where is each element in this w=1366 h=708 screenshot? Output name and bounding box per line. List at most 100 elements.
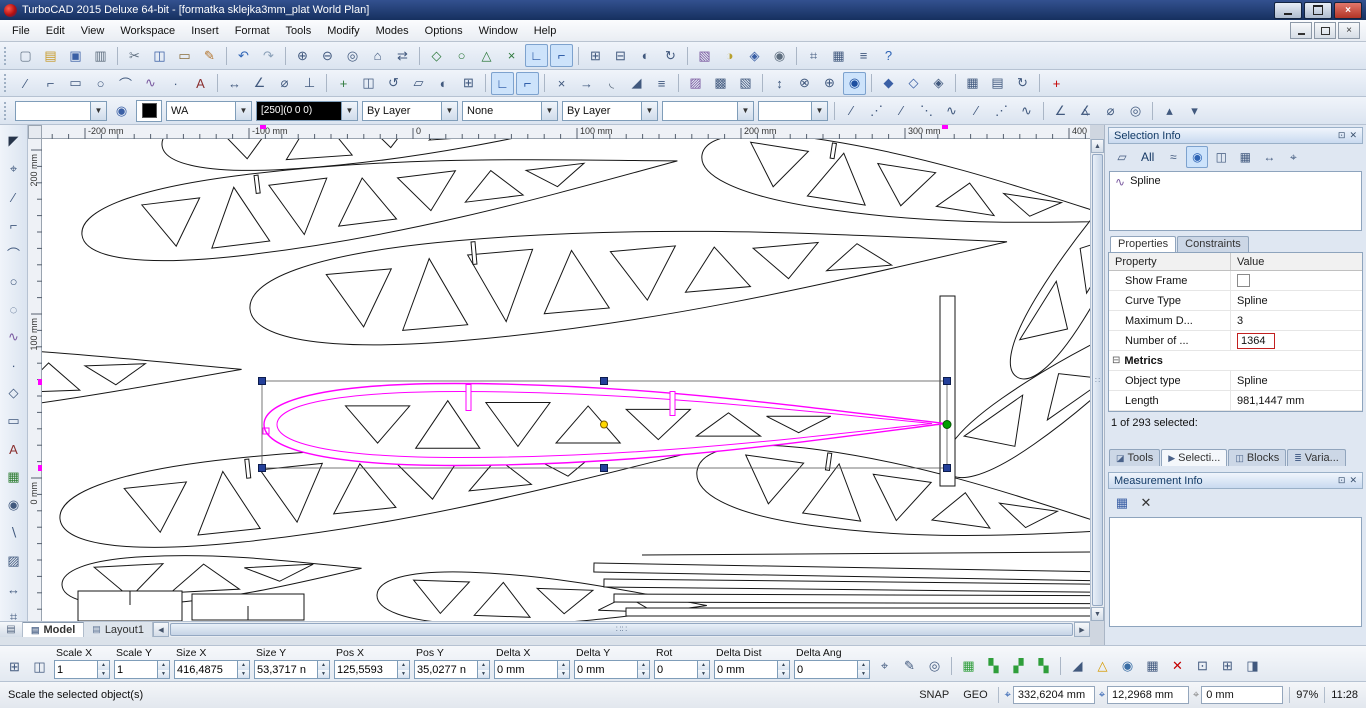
horizontal-scrollbar[interactable]: ◀ ∷∷ ▶ [153, 622, 1090, 637]
menu-window[interactable]: Window [471, 22, 526, 40]
ruler-icon[interactable]: ◢ [1066, 654, 1089, 677]
sheet-tab-model[interactable]: ▤Model [23, 622, 84, 637]
polyline-tool[interactable]: ⌐ [2, 213, 26, 237]
select-filter-combo[interactable]: ▼ [15, 101, 107, 121]
property-value[interactable] [1231, 274, 1362, 287]
scroll-down-button[interactable]: ▼ [1091, 607, 1104, 621]
spin-up-icon[interactable]: ▲ [398, 661, 409, 670]
aperture-icon[interactable]: ◎ [923, 654, 946, 677]
spin-up-icon[interactable]: ▲ [478, 661, 489, 670]
spin-down-icon[interactable]: ▼ [398, 670, 409, 679]
spinner[interactable]: ▲▼ [398, 660, 410, 679]
pin-icon[interactable]: ⊡ [1338, 475, 1346, 486]
spin-down-icon[interactable]: ▼ [858, 670, 869, 679]
row-up-icon[interactable]: ▴ [1158, 99, 1181, 122]
minimize-button[interactable] [1274, 2, 1302, 19]
selection-handle[interactable] [601, 378, 608, 385]
explode2-icon[interactable]: ⊗ [793, 72, 816, 95]
angle-reference-icon[interactable]: ∡ [1074, 99, 1097, 122]
coord-system-combo[interactable]: ▼ [758, 101, 828, 121]
spin-down-icon[interactable]: ▼ [98, 670, 109, 679]
spin-down-icon[interactable]: ▼ [478, 670, 489, 679]
selection-handle[interactable] [601, 465, 608, 472]
undo-icon[interactable]: ↶ [232, 44, 255, 67]
deselect-icon[interactable]: ▱ [1111, 146, 1133, 168]
add-entity-icon[interactable]: + [1045, 72, 1068, 95]
move-entity-icon[interactable]: + [332, 72, 355, 95]
menu-workspace[interactable]: Workspace [112, 22, 183, 40]
selection-handle[interactable] [259, 378, 266, 385]
arc-tool[interactable]: ⌒ [2, 241, 26, 265]
spinner[interactable]: ▲▼ [238, 660, 250, 679]
chevron-down-icon[interactable]: ▼ [441, 102, 457, 120]
property-row[interactable]: Show Frame [1109, 271, 1362, 291]
field-input[interactable] [114, 660, 158, 679]
property-value[interactable]: 1364 [1231, 333, 1362, 349]
vertical-scroll-thumb[interactable]: ∷ [1092, 154, 1103, 606]
tangent-icon[interactable]: ⋰ [990, 99, 1013, 122]
spinner[interactable]: ▲▼ [778, 660, 790, 679]
rotate-entity-icon[interactable]: ↺ [382, 72, 405, 95]
spinner[interactable]: ▲▼ [858, 660, 870, 679]
spin-up-icon[interactable]: ▲ [858, 661, 869, 670]
menu-options[interactable]: Options [417, 22, 471, 40]
measure-table-icon[interactable]: ▦ [1111, 492, 1133, 514]
menu-format[interactable]: Format [227, 22, 278, 40]
field-input[interactable] [54, 660, 98, 679]
workplane-icon[interactable]: ⌐ [550, 44, 573, 67]
close-panel-icon[interactable]: ✕ [1349, 475, 1357, 486]
coord-z-field[interactable]: 0 mm [1201, 686, 1283, 704]
diameter-dimension-icon[interactable]: ⌀ [273, 72, 296, 95]
spinner[interactable]: ▲▼ [698, 660, 710, 679]
chamfer-icon[interactable]: ◢ [625, 72, 648, 95]
lights-icon[interactable]: ◑ [718, 44, 741, 67]
mdi-close-button[interactable]: × [1338, 22, 1360, 39]
no-entry-icon[interactable]: ✕ [1166, 654, 1189, 677]
pan-icon[interactable]: ⇄ [391, 44, 414, 67]
snap-midpoint-icon[interactable]: △ [475, 44, 498, 67]
spin-up-icon[interactable]: ▲ [158, 661, 169, 670]
extend-icon[interactable]: → [575, 72, 598, 95]
selection-handle[interactable] [944, 378, 951, 385]
property-row[interactable]: Object typeSpline [1109, 371, 1362, 391]
select-filter-icon[interactable]: ≈ [1162, 146, 1184, 168]
spin-up-icon[interactable]: ▲ [638, 661, 649, 670]
help-icon[interactable]: ? [877, 44, 900, 67]
polyline-tool-icon[interactable]: ⌐ [39, 72, 62, 95]
snap-center-icon[interactable]: ○ [450, 44, 473, 67]
user-icon[interactable]: ◉ [1116, 654, 1139, 677]
cut-icon[interactable]: ✂ [123, 44, 146, 67]
perpendicular-icon[interactable]: ⊥ [298, 72, 321, 95]
save-icon[interactable]: ▣ [64, 44, 87, 67]
scroll-right-button[interactable]: ▶ [1074, 622, 1090, 637]
close-button[interactable]: × [1334, 2, 1362, 19]
line-tool[interactable]: ∕ [2, 185, 26, 209]
geo-toggle[interactable]: GEO [959, 687, 991, 703]
toolbar-grip[interactable] [4, 74, 9, 92]
maximize-button[interactable] [1304, 2, 1332, 19]
grid-icon[interactable]: ⌗ [802, 44, 825, 67]
color-swatch[interactable] [136, 100, 162, 122]
chevron-down-icon[interactable]: ▼ [811, 102, 827, 120]
spinner[interactable]: ▲▼ [478, 660, 490, 679]
mdi-restore-button[interactable] [1314, 22, 1336, 39]
palette-tab-varia[interactable]: ≣Varia... [1287, 449, 1346, 466]
edit-tool[interactable]: ⌖ [2, 157, 26, 181]
rotate-icon[interactable]: ↻ [659, 44, 682, 67]
property-value[interactable]: 981,1447 mm [1231, 395, 1362, 407]
layers-icon[interactable]: ▦ [827, 44, 850, 67]
snap-intersection-icon[interactable]: × [500, 44, 523, 67]
menu-insert[interactable]: Insert [183, 22, 227, 40]
circle-tool-icon[interactable]: ○ [89, 72, 112, 95]
sheet-icon[interactable]: ▤ [986, 72, 1009, 95]
mdi-minimize-button[interactable] [1290, 22, 1312, 39]
new-file-icon[interactable]: ▢ [14, 44, 37, 67]
offset-icon[interactable]: ≡ [650, 72, 673, 95]
spline-tool[interactable]: ∿ [2, 325, 26, 349]
arc-tool-icon[interactable]: ⌒ [114, 72, 137, 95]
pen-color-combo[interactable]: [250](0 0 0)▼ [256, 101, 358, 121]
spinner[interactable]: ▲▼ [558, 660, 570, 679]
polygon-tool[interactable]: ◇ [2, 381, 26, 405]
select-2d-icon[interactable]: ∟ [491, 72, 514, 95]
field-input[interactable] [254, 660, 318, 679]
